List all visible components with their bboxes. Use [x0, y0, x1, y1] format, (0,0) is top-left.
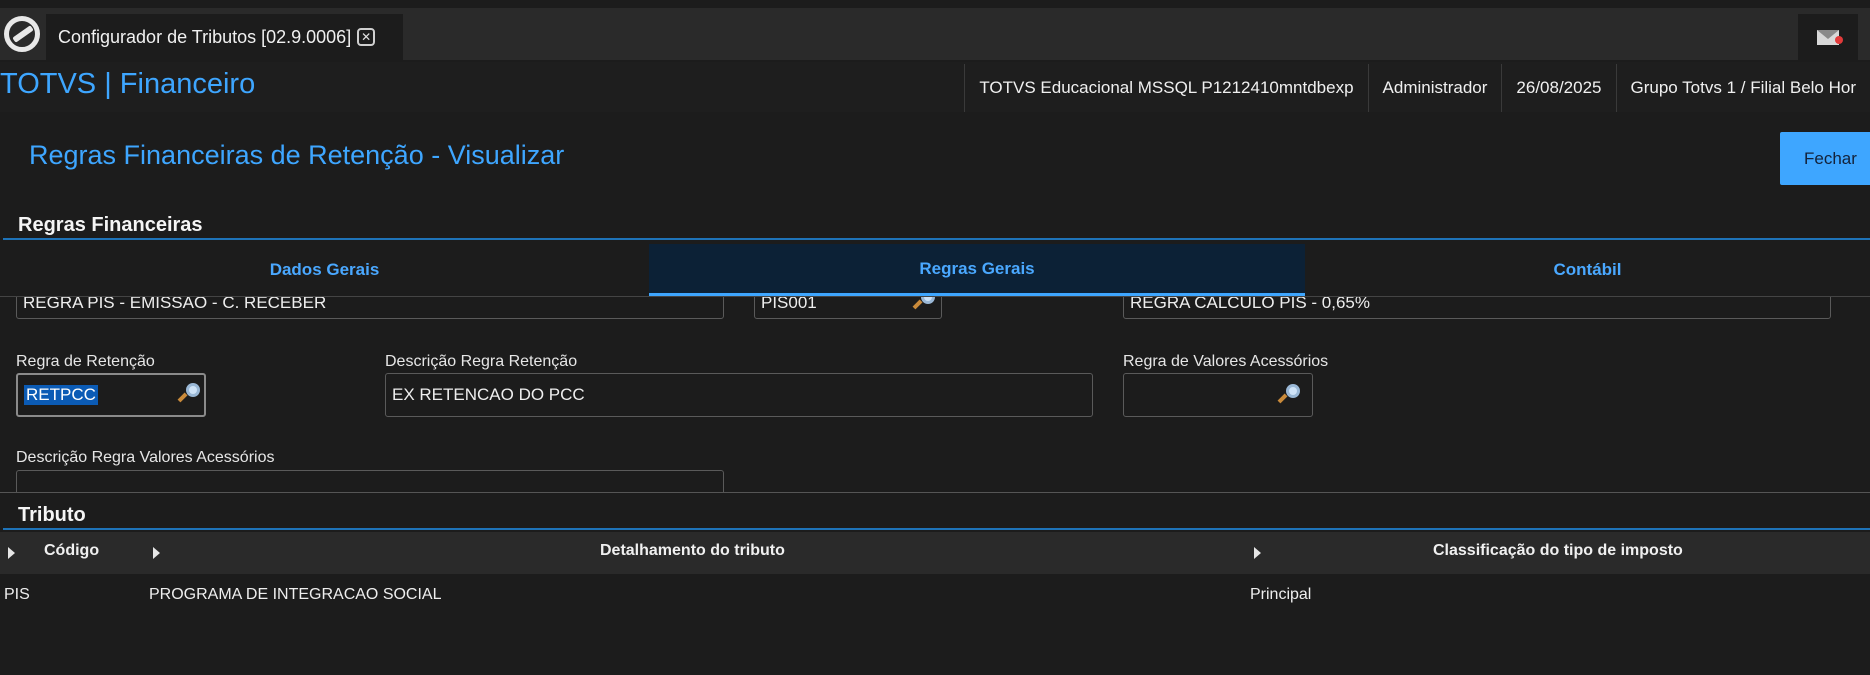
section-divider	[3, 528, 1870, 530]
sort-arrow-icon[interactable]	[153, 547, 160, 559]
search-icon[interactable]	[177, 383, 200, 405]
close-tab-icon[interactable]: ✕	[357, 28, 376, 46]
tab-title: Configurador de Tributos [02.9.0006]	[58, 26, 352, 47]
regra-valores-acessorios-input[interactable]	[1123, 373, 1313, 417]
sort-arrow-icon[interactable]	[1254, 547, 1261, 559]
regra-retencao-label: Regra de Retenção	[16, 353, 155, 370]
tab-contabil[interactable]: Contábil	[1305, 244, 1870, 296]
desc-regra-valores-acessorios-label: Descrição Regra Valores Acessórios	[16, 449, 275, 466]
branch-label[interactable]: Grupo Totvs 1 / Filial Belo Hor	[1615, 64, 1870, 112]
page-title: Regras Financeiras de Retenção - Visuali…	[29, 140, 565, 170]
column-header-classificacao[interactable]: Classificação do tipo de imposto	[1433, 542, 1683, 560]
sort-arrow-icon[interactable]	[8, 547, 15, 559]
cell-classificacao: Principal	[1250, 586, 1312, 603]
grid-header: Código Detalhamento do tributo Classific…	[0, 532, 1870, 574]
cell-codigo: PIS	[4, 586, 30, 603]
form-panel[interactable]: REGRA PIS - EMISSÃO - C. RECEBER PIS001 …	[0, 296, 1870, 493]
codigo-field[interactable]: PIS001	[754, 297, 942, 319]
search-icon[interactable]	[912, 297, 935, 312]
mail-icon	[1817, 29, 1843, 45]
tab-configurador-tributos[interactable]: Configurador de Tributos [02.9.0006] ✕	[46, 14, 403, 60]
tab-regras-gerais[interactable]: Regras Gerais	[649, 244, 1305, 296]
user-label[interactable]: Administrador	[1367, 64, 1502, 112]
regra-calculo-field[interactable]: REGRA CÁLCULO PIS - 0,65%	[1123, 297, 1831, 319]
date-label[interactable]: 26/08/2025	[1501, 64, 1615, 112]
desc-regra-retencao-field[interactable]: EX RETENCAO DO PCC	[385, 373, 1093, 417]
column-header-codigo[interactable]: Código	[44, 542, 99, 560]
close-button[interactable]: Fechar	[1780, 132, 1870, 185]
mail-button[interactable]	[1798, 14, 1858, 60]
regra-retencao-value: RETPCC	[24, 385, 98, 405]
desc-regra-valores-acessorios-field[interactable]	[16, 470, 724, 492]
section-title-regras: Regras Financeiras	[18, 214, 203, 236]
tab-bar: Dados Gerais Regras Gerais Contábil	[0, 244, 1870, 296]
app-header: TOTVS | Financeiro TOTVS Educacional MSS…	[0, 62, 1870, 112]
app-title: TOTVS | Financeiro	[0, 68, 256, 100]
column-header-detalhamento[interactable]: Detalhamento do tributo	[600, 542, 785, 560]
search-icon[interactable]	[1277, 384, 1300, 406]
cell-detalhamento: PROGRAMA DE INTEGRACAO SOCIAL	[149, 586, 442, 603]
regra-valores-acessorios-label: Regra de Valores Acessórios	[1123, 353, 1329, 370]
tab-dados-gerais[interactable]: Dados Gerais	[0, 244, 649, 296]
desc-regra-retencao-label: Descrição Regra Retenção	[385, 353, 578, 370]
environment-label[interactable]: TOTVS Educacional MSSQL P1212410mntdbexp	[964, 64, 1367, 112]
section-title-tributo: Tributo	[18, 504, 86, 526]
app-logo-icon[interactable]	[0, 8, 44, 60]
session-info: TOTVS Educacional MSSQL P1212410mntdbexp…	[964, 64, 1870, 112]
descricao-field[interactable]: REGRA PIS - EMISSÃO - C. RECEBER	[16, 297, 724, 319]
section-divider	[3, 238, 1870, 240]
table-row[interactable]: PIS PROGRAMA DE INTEGRACAO SOCIAL Princi…	[0, 574, 1870, 616]
